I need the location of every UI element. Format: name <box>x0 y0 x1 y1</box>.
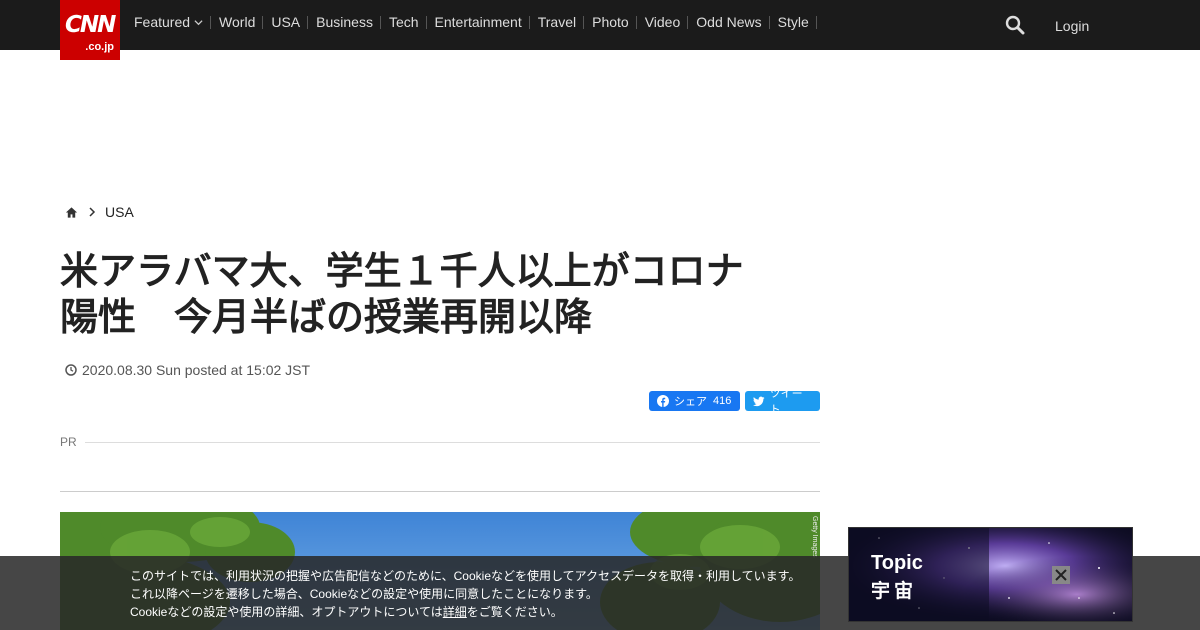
facebook-share-button[interactable]: シェア 416 <box>649 391 740 411</box>
section-divider <box>60 491 820 492</box>
clock-icon <box>65 364 77 376</box>
nav-label: Business <box>316 14 373 30</box>
nav-label: Entertainment <box>434 14 522 30</box>
cookie-text: このサイトでは、利用状況の把握や広告配信などのために、Cookieなどを使用して… <box>130 567 800 621</box>
pr-label: PR <box>60 435 77 449</box>
title-line-2: 陽性 今月半ばの授業再開以降 <box>60 295 593 339</box>
home-icon[interactable] <box>65 206 78 219</box>
breadcrumb-section[interactable]: USA <box>105 204 134 220</box>
pr-divider: PR <box>60 435 820 449</box>
facebook-share-label: シェア <box>674 396 707 408</box>
breadcrumb: USA <box>65 204 134 220</box>
image-credit: Getty Images <box>811 516 818 558</box>
title-line-1: 米アラバマ大、学生１千人以上がコロナ <box>60 249 744 293</box>
cookie-line-3-after: をご覧ください。 <box>466 605 563 619</box>
chevron-right-icon <box>89 207 96 217</box>
nav-label: Photo <box>592 14 629 30</box>
date-text: 2020.08.30 Sun posted at 15:02 JST <box>82 362 311 378</box>
nav-label: Style <box>777 14 809 30</box>
nav-label: Travel <box>537 14 577 30</box>
nav-item-usa[interactable]: USA <box>263 14 308 30</box>
nav-label: USA <box>271 14 301 30</box>
nav-item-travel[interactable]: Travel <box>530 14 585 30</box>
nav-item-world[interactable]: World <box>211 14 264 30</box>
cookie-line-3-before: Cookieなどの設定や使用の詳細、オプトアウトについては <box>130 605 443 619</box>
topic-subtitle: 宇宙 <box>871 581 918 602</box>
login-link[interactable]: Login <box>1055 18 1089 34</box>
article-date: 2020.08.30 Sun posted at 15:02 JST <box>65 362 310 378</box>
nav-label: Featured <box>134 14 191 30</box>
nav-item-style[interactable]: Style <box>770 14 817 30</box>
logo-domain: .co.jp <box>85 41 114 53</box>
topic-title: Topic <box>871 552 923 574</box>
nav-label: World <box>219 14 256 30</box>
nav-item-tech[interactable]: Tech <box>381 14 427 30</box>
cookie-details-link[interactable]: 詳細 <box>443 605 467 619</box>
nav-label: Tech <box>388 14 419 30</box>
facebook-share-count: 416 <box>713 395 732 407</box>
main-nav: Featured World USA Business Tech Enterta… <box>126 0 817 47</box>
nav-item-entertainment[interactable]: Entertainment <box>427 14 530 30</box>
nav-item-video[interactable]: Video <box>637 14 689 30</box>
twitter-share-button[interactable]: ツイート <box>745 388 820 416</box>
nav-item-business[interactable]: Business <box>308 14 381 30</box>
nav-label: Odd News <box>696 14 762 30</box>
nav-item-featured[interactable]: Featured <box>126 14 212 30</box>
cookie-line-2: これ以降ページを遷移した場合、Cookieなどの設定や使用に同意したことになりま… <box>130 587 598 601</box>
logo-text: CNN <box>65 12 116 38</box>
galaxy-graphic <box>849 528 1132 621</box>
divider-line <box>84 441 820 443</box>
article-title: 米アラバマ大、学生１千人以上がコロナ 陽性 今月半ばの授業再開以降 <box>60 248 820 340</box>
cookie-line-1: このサイトでは、利用状況の把握や広告配信などのために、Cookieなどを使用して… <box>130 569 801 583</box>
nav-item-odd-news[interactable]: Odd News <box>688 14 770 30</box>
topic-space-banner[interactable]: Topic 宇宙 <box>848 527 1133 622</box>
twitter-share-label: ツイート <box>769 388 803 416</box>
search-icon[interactable] <box>1005 15 1025 35</box>
cnn-logo[interactable]: CNN .co.jp <box>60 0 120 60</box>
cookie-line-3: Cookieなどの設定や使用の詳細、オプトアウトについては詳細をご覧ください。 <box>130 603 800 621</box>
facebook-icon <box>657 395 669 407</box>
chevron-down-icon <box>194 19 203 25</box>
nav-label: Video <box>644 14 681 30</box>
close-icon[interactable] <box>1052 566 1070 584</box>
twitter-bird-icon <box>753 396 765 406</box>
nav-item-photo[interactable]: Photo <box>584 14 637 30</box>
